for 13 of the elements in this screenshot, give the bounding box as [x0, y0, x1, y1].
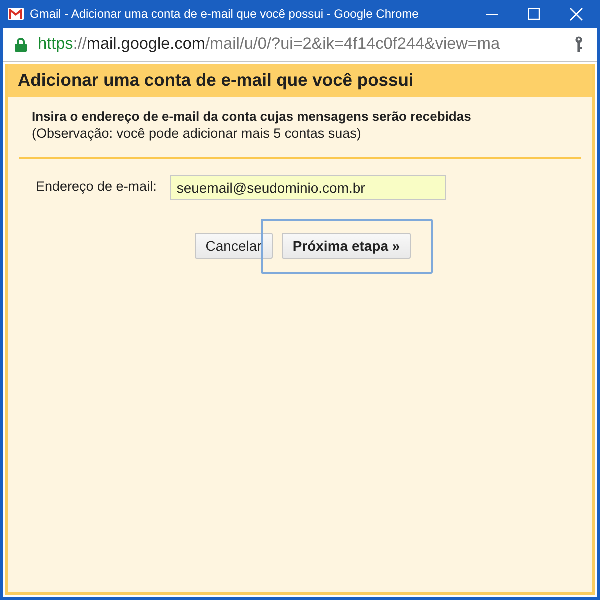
key-icon[interactable] — [575, 36, 583, 53]
cancel-button[interactable]: Cancelar — [194, 233, 273, 259]
email-field[interactable]: seuemail@seudominio.com.br — [170, 175, 446, 200]
next-step-button[interactable]: Próxima etapa » — [282, 233, 412, 259]
dialog-title: Adicionar uma conta de e-mail que você possui — [18, 69, 414, 92]
window-title: Gmail - Adicionar uma conta de e-mail que você possui - Google Chrome — [30, 6, 419, 23]
close-icon — [570, 8, 582, 20]
gmail-logo-icon — [8, 8, 24, 20]
note-text: (Observação: você pode adicionar mais 5 contas suas) — [32, 125, 362, 142]
maximize-icon — [528, 8, 540, 20]
url-text[interactable]: https://mail.google.com/mail/u/0/?ui=2&ik=4f14c0f244&view=ma — [38, 32, 500, 57]
email-label: Endereço de e-mail: — [36, 178, 157, 196]
instruction-text: Insira o endereço de e-mail da conta cujas mensagens serão recebidas — [32, 108, 472, 125]
